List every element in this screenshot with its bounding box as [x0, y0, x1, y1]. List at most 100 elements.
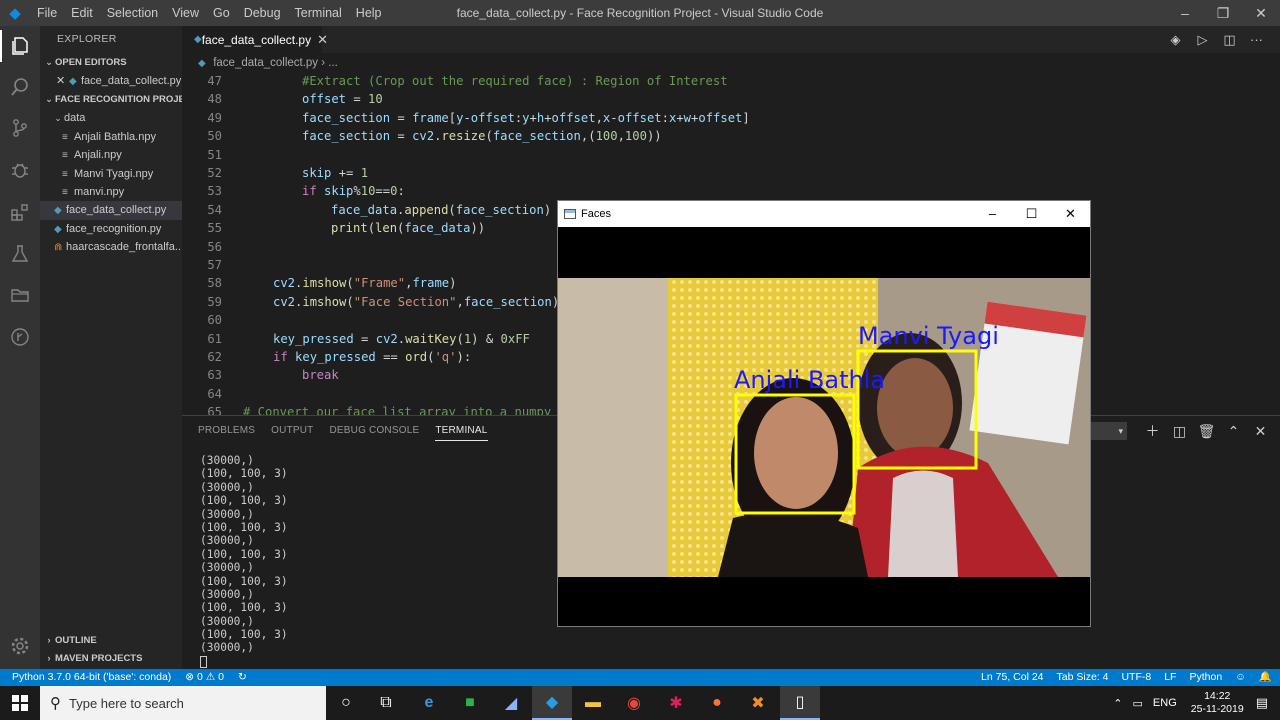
- vscode-taskbar-icon[interactable]: ◆: [532, 686, 572, 720]
- terminal-select[interactable]: ▾: [1087, 422, 1127, 440]
- edge-icon[interactable]: e: [409, 686, 449, 720]
- close-icon[interactable]: ✕: [1051, 201, 1090, 227]
- chevron-up-icon[interactable]: ⌃: [1220, 423, 1247, 440]
- source-control-icon[interactable]: [4, 112, 36, 144]
- tab-problems[interactable]: PROBLEMS: [198, 416, 255, 446]
- chrome-icon[interactable]: ◉: [614, 686, 654, 720]
- debug-icon[interactable]: [4, 154, 36, 186]
- terminal-line: (100, 100, 3): [200, 547, 288, 561]
- action-center-icon[interactable]: ▤: [1256, 695, 1268, 711]
- problems-count[interactable]: ⊗ 0 ⚠ 0: [185, 669, 224, 686]
- clock[interactable]: 14:22 25-11-2019: [1191, 690, 1244, 716]
- terminal-line: (30000,): [200, 614, 254, 628]
- menu-selection[interactable]: Selection: [100, 0, 165, 26]
- open-editors-section[interactable]: ⌄ OPEN EDITORS: [40, 53, 182, 72]
- close-icon[interactable]: ✕: [56, 72, 69, 90]
- menu-file[interactable]: File: [30, 0, 64, 26]
- file-item[interactable]: ≡ manvi.npy: [40, 183, 182, 201]
- menu-view[interactable]: View: [165, 0, 206, 26]
- terminal-output[interactable]: (30000,) (100, 100, 3) (30000,) (100, 10…: [200, 454, 288, 668]
- notepad-icon[interactable]: ▯: [780, 686, 820, 720]
- explorer-icon[interactable]: [0, 30, 36, 62]
- file-item[interactable]: ⋒ haarcascade_frontalfa...: [40, 238, 182, 256]
- open-editor-label: face_data_collect.py: [81, 75, 182, 87]
- terminal-line: (100, 100, 3): [200, 467, 288, 481]
- breadcrumb-more[interactable]: ...: [328, 57, 338, 69]
- search-icon[interactable]: [4, 71, 36, 103]
- split-terminal-icon[interactable]: ◫: [1166, 423, 1193, 440]
- app-icon[interactable]: ◢: [491, 686, 531, 720]
- outline-section[interactable]: › OUTLINE: [40, 631, 182, 650]
- tab-terminal[interactable]: TERMINAL: [435, 416, 488, 441]
- encoding[interactable]: UTF-8: [1121, 669, 1151, 686]
- tab-face-data-collect[interactable]: ◆ face_data_collect.py ✕: [182, 26, 328, 53]
- task-view-icon[interactable]: ⧉: [366, 686, 406, 720]
- split-editor-icon[interactable]: ◫: [1216, 32, 1243, 48]
- folder-data[interactable]: ⌄ data: [40, 109, 182, 127]
- history-icon[interactable]: ↻: [238, 669, 247, 686]
- more-actions-icon[interactable]: ···: [1243, 32, 1270, 47]
- close-icon[interactable]: ✕: [1242, 0, 1280, 26]
- chevron-down-icon: ⌄: [45, 57, 53, 67]
- tab-debug-console[interactable]: DEBUG CONSOLE: [329, 416, 419, 446]
- python-interpreter[interactable]: Python 3.7.0 64-bit ('base': conda): [12, 669, 171, 686]
- feedback-smiley-icon[interactable]: ☺: [1235, 669, 1246, 686]
- slack-icon[interactable]: ✱: [656, 686, 696, 720]
- windows-start-icon[interactable]: [0, 686, 40, 720]
- file-explorer-icon[interactable]: ▬: [573, 686, 613, 720]
- maximize-icon[interactable]: ☐: [1012, 201, 1051, 227]
- notifications-bell-icon[interactable]: 🔔: [1259, 669, 1272, 686]
- faces-window-titlebar[interactable]: Faces – ☐ ✕: [558, 201, 1090, 227]
- open-editor-item[interactable]: ✕ ◆ face_data_collect.py: [40, 72, 182, 90]
- file-item[interactable]: ◆ face_recognition.py: [40, 220, 182, 238]
- file-item[interactable]: ≡ Anjali Bathla.npy: [40, 128, 182, 146]
- menu-go[interactable]: Go: [206, 0, 237, 26]
- minimize-icon[interactable]: –: [973, 201, 1012, 227]
- menu-help[interactable]: Help: [349, 0, 389, 26]
- new-terminal-icon[interactable]: ＋: [1139, 421, 1166, 441]
- close-panel-icon[interactable]: ✕: [1247, 423, 1274, 440]
- folder-icon[interactable]: [4, 279, 36, 311]
- code-line: 60: [207, 313, 222, 328]
- language-mode[interactable]: Python: [1189, 669, 1222, 686]
- webcam-frame: Anjali Bathla Manvi Tyagi: [558, 278, 1090, 577]
- terminal-line: (30000,): [200, 480, 254, 494]
- windows-taskbar: ⚲ Type here to search ○ ⧉ e ■ ◢ ◆ ▬ ◉ ✱ …: [0, 686, 1280, 720]
- language-indicator[interactable]: ENG: [1153, 697, 1177, 709]
- minimize-icon[interactable]: –: [1166, 0, 1204, 26]
- maximize-icon[interactable]: ❐: [1204, 0, 1242, 26]
- testing-flask-icon[interactable]: [4, 238, 36, 270]
- cortana-icon[interactable]: ○: [326, 686, 366, 720]
- menu-terminal[interactable]: Terminal: [288, 0, 349, 26]
- close-icon[interactable]: ✕: [317, 32, 328, 48]
- tab-size[interactable]: Tab Size: 4: [1057, 669, 1109, 686]
- run-icon[interactable]: ▷: [1189, 32, 1216, 48]
- code-line: 58 cv2.imshow("Frame",frame): [207, 276, 457, 291]
- search-icon: ⚲: [50, 695, 61, 712]
- chevron-up-icon[interactable]: ⌃: [1113, 697, 1122, 710]
- file-item-active[interactable]: ◆ face_data_collect.py: [40, 201, 182, 220]
- gitlens-compare-icon[interactable]: ◈: [1162, 32, 1189, 48]
- file-item[interactable]: ≡ Manvi Tyagi.npy: [40, 165, 182, 183]
- xampp-icon[interactable]: ✖: [738, 686, 778, 720]
- menu-edit[interactable]: Edit: [64, 0, 100, 26]
- line-ending[interactable]: LF: [1164, 669, 1176, 686]
- extensions-icon[interactable]: [4, 196, 36, 228]
- maven-section[interactable]: › MAVEN PROJECTS: [40, 649, 182, 668]
- menu-debug[interactable]: Debug: [237, 0, 288, 26]
- breadcrumb-file[interactable]: face_data_collect.py: [213, 57, 318, 69]
- code-line: 64: [207, 386, 222, 401]
- tab-output[interactable]: OUTPUT: [271, 416, 313, 446]
- taskbar-search[interactable]: ⚲ Type here to search: [40, 686, 326, 720]
- settings-gear-icon[interactable]: [4, 630, 36, 662]
- project-section[interactable]: ⌄ FACE RECOGNITION PROJE...: [40, 90, 182, 109]
- text-file-icon: ≡: [62, 131, 68, 143]
- cursor-position[interactable]: Ln 75, Col 24: [981, 669, 1043, 686]
- file-item[interactable]: ≡ Anjali.npy: [40, 146, 182, 164]
- trash-icon[interactable]: 🗑: [1193, 423, 1220, 440]
- tab-label: face_data_collect.py: [201, 32, 312, 47]
- gitlens-icon[interactable]: [4, 321, 36, 353]
- network-icon[interactable]: ▭: [1133, 697, 1143, 710]
- firefox-icon[interactable]: ●: [697, 686, 737, 720]
- evernote-icon[interactable]: ■: [450, 686, 490, 720]
